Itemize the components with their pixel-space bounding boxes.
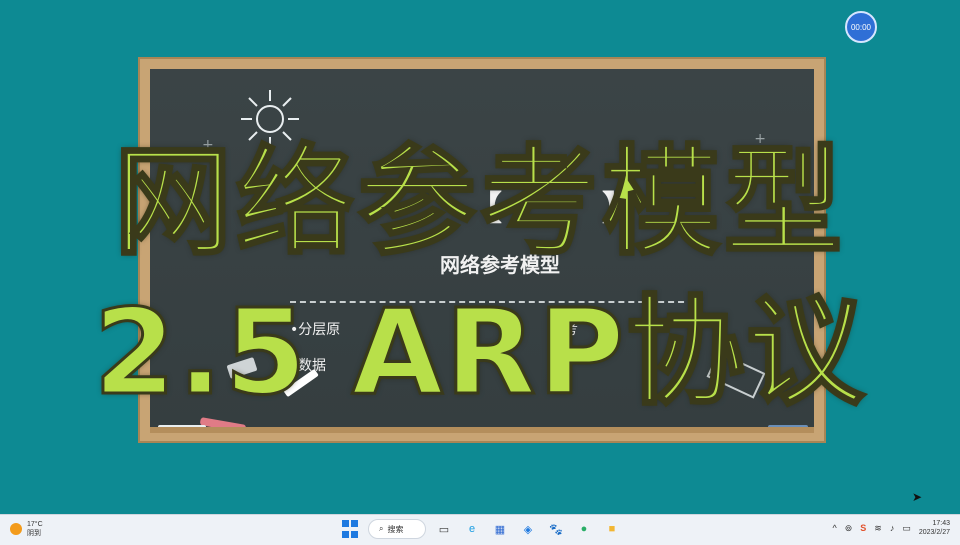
search-button[interactable]: ⌕ 搜索 xyxy=(368,519,426,539)
defender-icon[interactable]: ◈ xyxy=(518,519,538,539)
task-view-icon[interactable]: ▭ xyxy=(434,519,454,539)
network-icon[interactable]: ⊚ xyxy=(845,523,853,534)
weather-desc: 阴到 xyxy=(27,530,41,537)
weather-temp: 17°C xyxy=(27,521,43,528)
ime-icon[interactable]: S xyxy=(860,523,866,533)
search-icon: ⌕ xyxy=(379,524,384,533)
edge-icon[interactable]: e xyxy=(462,519,482,539)
clock[interactable]: 17:43 2023/2/27 xyxy=(919,519,950,537)
weather-sun-icon xyxy=(10,523,22,535)
start-button-icon[interactable] xyxy=(340,519,360,539)
system-tray: ^ ⊚ S ≋ ♪ ▭ 17:43 2023/2/27 xyxy=(832,519,950,537)
video-title-line2: 2.5 ARP协议 xyxy=(92,282,867,423)
store-icon[interactable]: ▦ xyxy=(490,519,510,539)
wechat-icon[interactable]: ● xyxy=(574,519,594,539)
wifi-icon[interactable]: ≋ xyxy=(874,523,882,534)
taskbar: 17°C 阴到 ⌕ 搜索 ▭ e ▦ ◈ 🐾 ● ■ ^ ⊚ S ≋ ♪ ▭ 1… xyxy=(0,514,960,545)
battery-icon[interactable]: ▭ xyxy=(902,523,911,534)
search-label: 搜索 xyxy=(387,524,404,534)
weather-widget[interactable]: 17°C 阴到 xyxy=(10,520,43,538)
volume-icon[interactable]: ♪ xyxy=(890,523,895,533)
clock-time: 17:43 xyxy=(932,520,950,527)
taskbar-apps: ⌕ 搜索 ▭ e ▦ ◈ 🐾 ● ■ xyxy=(340,519,622,539)
explorer-icon[interactable]: ■ xyxy=(602,519,622,539)
baidu-icon[interactable]: 🐾 xyxy=(546,519,566,539)
mouse-cursor-icon: ➤ xyxy=(912,490,923,504)
recording-timer[interactable]: 00:00 xyxy=(845,11,877,43)
video-title-line1: 网络参考模型 xyxy=(112,132,846,273)
clock-date: 2023/2/27 xyxy=(918,529,950,536)
chevron-up-icon[interactable]: ^ xyxy=(832,523,836,533)
board-ledge xyxy=(150,427,814,433)
